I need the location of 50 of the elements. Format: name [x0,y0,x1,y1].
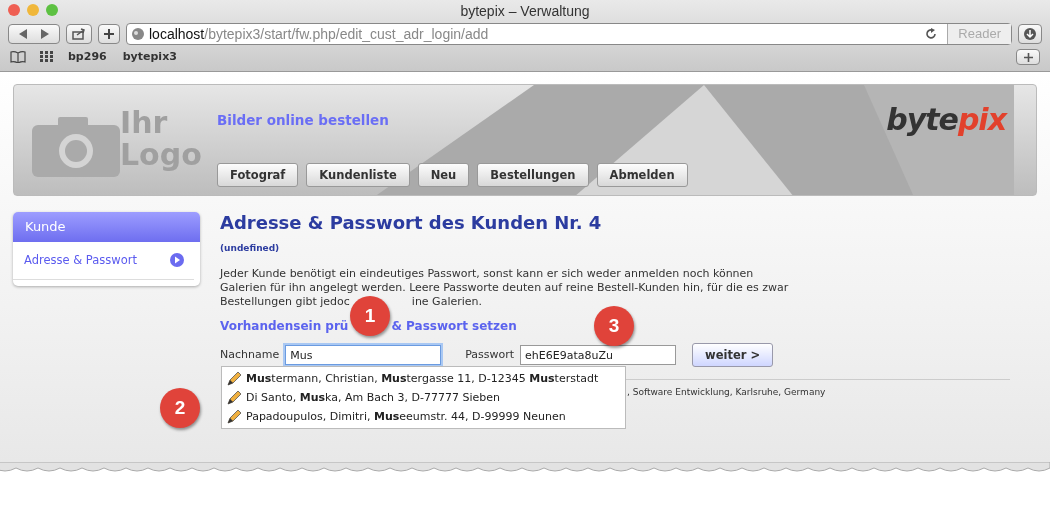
footer-text: , Software Entwicklung, Karlsruhe, Germany [627,386,827,400]
plus-icon [104,29,114,39]
tagline: Bilder online bestellen [217,111,389,130]
nav-button[interactable]: Bestellungen [477,163,589,187]
suggestion-item[interactable]: Mustermann, Christian, Mustergasse 11, D-12345 Musterstadt [222,369,625,388]
camera-icon [32,115,122,177]
window-title: bytepix – Verwaltung [460,3,590,19]
section-title: Vorhandensein prü [220,318,349,336]
grid-icon[interactable] [40,51,54,63]
page-title: Adresse & Passwort des Kunden Nr. 4 [220,212,603,234]
sidebar-item[interactable]: Adresse & Passwort [13,241,194,280]
nav-button[interactable]: Kundenliste [306,163,410,187]
close-button[interactable] [8,4,20,16]
arrows-icon [19,29,49,39]
section-title: & Passwort setzen [391,318,517,336]
lastname-field[interactable]: Mus [285,345,442,366]
reload-icon[interactable] [925,28,938,40]
suggestion-item[interactable]: Papadoupulos, Dimitri, Museeumstr. 44, D-99999 Neunen [222,407,625,426]
book-icon[interactable] [10,51,26,63]
field-label: Nachname [220,346,280,363]
field-label: Passwort [465,346,515,363]
back-forward-button[interactable] [8,24,60,44]
sidebar-title: Kunde [13,212,200,242]
paragraph-line: Jeder Kunde benötigt ein eindeutiges Passwort, sonst kann er sich weder anmelden noch können [220,267,755,282]
share-button[interactable] [66,24,92,44]
add-button[interactable] [98,24,120,44]
paragraph-line: ine Galerien. [411,295,483,310]
nav-button[interactable]: Abmelden [596,163,688,187]
nav-button[interactable]: Fotograf [217,163,299,187]
address-field[interactable]: localhost/bytepix3/start/fw.php/edit_cust_adr_login/add Reader [126,23,1012,45]
download-icon [1024,28,1036,40]
paragraph-line: Bestellungen gibt jedoc [220,295,350,310]
bookmark-link[interactable]: bp296 [68,48,107,66]
pencil-icon [226,389,242,406]
subtitle: (undefined) [220,241,281,255]
globe-icon [131,27,145,41]
share-icon [72,28,86,40]
pencil-icon [226,370,242,387]
suggestion-item[interactable]: Di Santo, Muska, Am Bach 3, D-77777 Sieben [222,388,625,407]
pencil-icon [226,408,242,425]
password-field[interactable]: ehE6E9ata8uZu [520,345,677,366]
paragraph-line: Galerien für ihn angelegt werden. Leere Passworte deuten auf reine Bestell-Kunden hin, für die es zwar [220,281,790,296]
plus-icon [1023,52,1033,62]
download-button[interactable] [1018,24,1042,44]
nav-button[interactable]: Neu [417,163,470,187]
brand-logo: bytepix [886,101,1006,139]
new-tab-button[interactable] [1016,49,1040,65]
next-button[interactable]: weiter > [692,343,774,368]
logo-text: Ihr [120,107,168,139]
bookmark-link[interactable]: bytepix3 [122,48,177,66]
